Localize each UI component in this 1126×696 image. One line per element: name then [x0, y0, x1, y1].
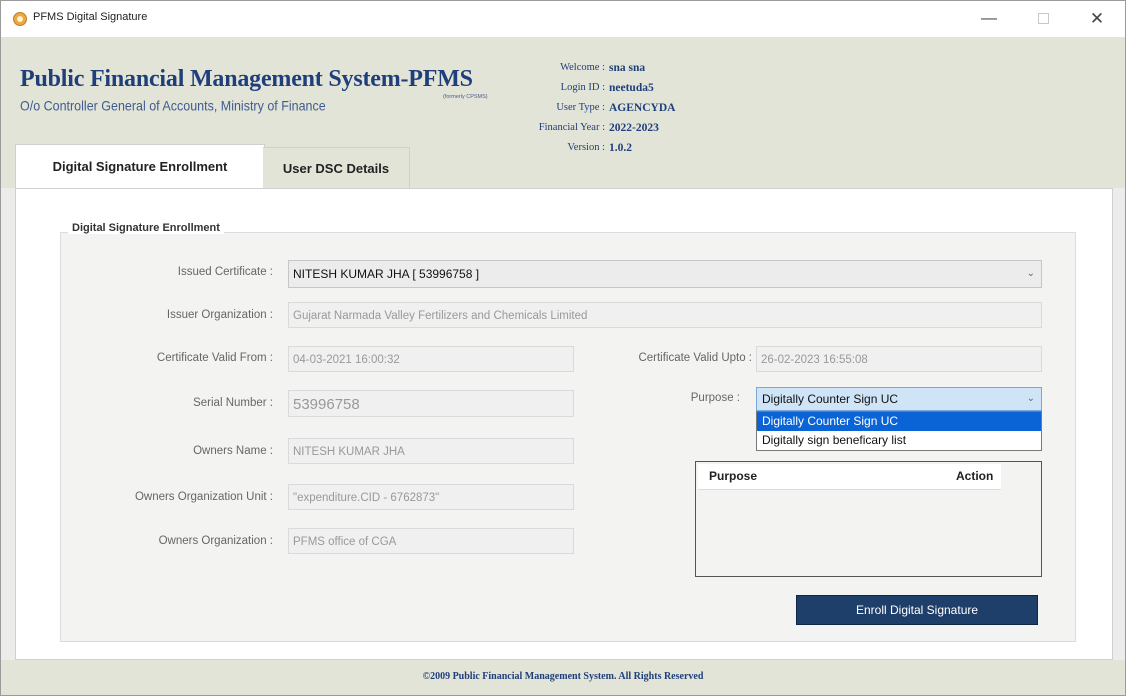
group-title: Digital Signature Enrollment [68, 222, 224, 234]
tab-user-dsc-details[interactable]: User DSC Details [263, 147, 410, 189]
minimize-button[interactable]: — [969, 5, 1009, 33]
tab-content: Digital Signature Enrollment Issued Cert… [15, 188, 1113, 660]
close-button[interactable]: ✕ [1077, 5, 1117, 33]
column-header-purpose: Purpose [709, 469, 758, 483]
valid-upto-label: Certificate Valid Upto : [638, 352, 752, 364]
info-value: 2022-2023 [609, 122, 659, 134]
owners-name-field[interactable]: NITESH KUMAR JHA [288, 438, 574, 464]
owners-org-unit-field[interactable]: "expenditure.CID - 6762873" [288, 484, 574, 510]
tab-digital-signature-enrollment[interactable]: Digital Signature Enrollment [15, 144, 265, 189]
purpose-select[interactable]: Digitally Counter Sign UC ⌄ [756, 387, 1042, 411]
maximize-icon [1037, 13, 1049, 25]
app-window: PFMS Digital Signature — ✕ Public Financ… [0, 0, 1126, 696]
table-header: Purpose Action [698, 464, 1001, 490]
purpose-label: Purpose : [690, 392, 740, 404]
info-value: 1.0.2 [609, 142, 632, 154]
issuer-organization-field[interactable]: Gujarat Narmada Valley Fertilizers and C… [288, 302, 1042, 328]
info-label: Financial Year : [538, 122, 605, 133]
valid-upto-field[interactable]: 26-02-2023 16:55:08 [756, 346, 1042, 372]
window-title: PFMS Digital Signature [33, 11, 148, 23]
owners-org-unit-label: Owners Organization Unit : [134, 491, 273, 503]
serial-number-label: Serial Number : [193, 397, 273, 409]
issued-certificate-value: NITESH KUMAR JHA [ 53996758 ] [293, 267, 480, 281]
owners-name-label: Owners Name : [193, 445, 273, 457]
info-label: Login ID : [560, 82, 605, 93]
title-bar[interactable]: PFMS Digital Signature — ✕ [1, 1, 1125, 38]
issuer-organization-label: Issuer Organization : [166, 309, 273, 321]
owners-organization-label: Owners Organization : [158, 535, 273, 547]
maximize-button[interactable] [1023, 5, 1063, 33]
valid-from-field[interactable]: 04-03-2021 16:00:32 [288, 346, 574, 372]
serial-number-field[interactable]: 53996758 [288, 390, 574, 417]
app-title: Public Financial Management System-PFMS [20, 66, 473, 92]
enroll-digital-signature-button[interactable]: Enroll Digital Signature [796, 595, 1038, 625]
info-label: Welcome : [560, 62, 605, 73]
chevron-down-icon: ⌄ [1026, 393, 1035, 404]
column-header-action: Action [956, 469, 994, 483]
info-label: Version : [567, 142, 605, 153]
purpose-option[interactable]: Digitally Counter Sign UC [757, 412, 1041, 431]
purpose-action-table: Purpose Action [695, 461, 1042, 577]
chevron-down-icon: ⌄ [1026, 268, 1035, 279]
purpose-value: Digitally Counter Sign UC [762, 392, 899, 406]
purpose-option[interactable]: Digitally sign beneficary list [757, 431, 1041, 450]
footer-copyright: ©2009 Public Financial Management System… [1, 660, 1125, 695]
info-label: User Type : [556, 102, 605, 113]
issued-certificate-label: Issued Certificate : [177, 266, 273, 278]
valid-from-label: Certificate Valid From : [156, 352, 273, 364]
info-value: sna sna [609, 62, 646, 74]
purpose-dropdown-list: Digitally Counter Sign UC Digitally sign… [756, 411, 1042, 451]
info-value: neetuda5 [609, 82, 654, 94]
owners-organization-field[interactable]: PFMS office of CGA [288, 528, 574, 554]
app-subtitle: O/o Controller General of Accounts, Mini… [20, 98, 326, 114]
issued-certificate-select[interactable]: NITESH KUMAR JHA [ 53996758 ] ⌄ [288, 260, 1042, 288]
info-value: AGENCYDA [609, 102, 676, 114]
formerly-note: (formerly CPSMS) [443, 94, 488, 100]
app-icon [13, 12, 27, 26]
